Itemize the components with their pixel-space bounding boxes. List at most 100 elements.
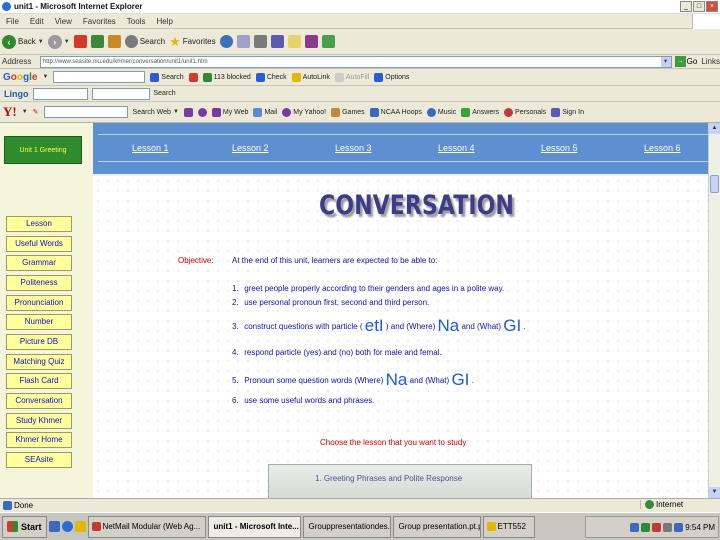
home-button[interactable] (107, 35, 121, 48)
lesson-2-link[interactable]: Lesson 2 (232, 143, 269, 153)
history-button[interactable] (219, 35, 233, 48)
pencil-icon[interactable]: ✎ (33, 108, 39, 116)
task-netmail[interactable]: NetMail Modular (Web Ag... (87, 515, 206, 538)
objective-item: 1. greet people properly according to th… (232, 284, 504, 293)
google-search-input[interactable] (53, 71, 146, 83)
search-icon (150, 72, 160, 82)
lesson-1-link[interactable]: Lesson 1 (132, 143, 169, 153)
go-button[interactable]: → Go (674, 56, 697, 67)
lingo-search-button[interactable]: Search (154, 90, 176, 97)
signin-button[interactable]: Sign In (551, 107, 584, 117)
menu-favorites[interactable]: Favorites (83, 17, 116, 26)
tray-icon[interactable] (630, 522, 640, 532)
quicklaunch-desktop-icon[interactable] (48, 521, 60, 532)
yahoo-icon-2[interactable] (197, 107, 207, 117)
lingo-search-input[interactable] (91, 87, 150, 100)
google-news-button[interactable] (188, 72, 198, 82)
clock[interactable]: 9:54 PM (685, 523, 715, 532)
close-button[interactable]: × (706, 1, 718, 12)
discuss-button[interactable] (287, 35, 301, 48)
sidebar-item-number[interactable]: Number (6, 314, 72, 330)
menu-tools[interactable]: Tools (127, 17, 146, 26)
mail-button[interactable] (236, 35, 250, 48)
links-button[interactable]: Links (701, 57, 720, 66)
yahoo-search-input[interactable] (43, 106, 128, 118)
yahoo-icon-1[interactable] (183, 107, 193, 117)
vertical-scrollbar[interactable]: ▲ ▼ (708, 123, 720, 498)
edit-button[interactable] (270, 35, 284, 48)
autofill-button[interactable]: AutoFill (334, 72, 369, 82)
task-ie-unit1[interactable]: unit1 - Microsoft Inte... (207, 515, 301, 538)
refresh-button[interactable] (90, 35, 104, 48)
sidebar-item-grammar[interactable]: Grammar (6, 255, 72, 271)
autolink-button[interactable]: AutoLink (291, 72, 330, 82)
sidebar-item-study-khmer[interactable]: Study Khmer (6, 413, 72, 429)
chevron-down-icon[interactable]: ▼ (660, 56, 671, 67)
research-button[interactable] (304, 35, 318, 48)
folder-icon (486, 522, 496, 531)
sidebar-item-matching-quiz[interactable]: Matching Quiz (6, 354, 72, 370)
search-button[interactable]: Search (124, 35, 165, 48)
menu-edit[interactable]: Edit (30, 17, 44, 26)
scroll-thumb[interactable] (710, 175, 719, 193)
minimize-button[interactable]: _ (680, 1, 692, 12)
tray-icon[interactable] (641, 522, 651, 532)
forward-button[interactable]: › ▼ (47, 34, 70, 49)
sidebar-item-useful-words[interactable]: Useful Words (6, 236, 72, 252)
sidebar-item-seasite[interactable]: SEAsite (6, 452, 72, 468)
lesson-5-link[interactable]: Lesson 5 (541, 143, 578, 153)
print-button[interactable] (253, 35, 267, 48)
personals-button[interactable]: Personals (504, 107, 546, 117)
scroll-down-icon[interactable]: ▼ (709, 487, 720, 498)
tray-icon[interactable] (652, 522, 662, 532)
popup-icon (202, 72, 212, 82)
lesson-3-link[interactable]: Lesson 3 (335, 143, 372, 153)
yahoo-logo[interactable]: Y! (3, 104, 17, 120)
google-logo[interactable]: Google (3, 72, 37, 83)
sidebar-item-pronunciation[interactable]: Pronunciation (6, 295, 72, 311)
volume-icon[interactable] (663, 522, 673, 532)
quicklaunch-ie-icon[interactable] (61, 521, 73, 532)
stop-button[interactable] (73, 35, 87, 48)
google-search-button[interactable]: Search (150, 72, 184, 82)
options-button[interactable]: Options (374, 72, 409, 82)
ncaa-button[interactable]: NCAA Hoops (369, 107, 422, 117)
task-ett552[interactable]: ETT552 (482, 515, 535, 538)
favorites-button[interactable]: ★ Favorites (169, 34, 216, 50)
sidebar-item-conversation[interactable]: Conversation (6, 393, 72, 409)
lingo-logo[interactable]: Lingo (4, 89, 29, 99)
sidebar-item-picture-db[interactable]: Picture DB (6, 334, 72, 350)
menu-view[interactable]: View (55, 17, 72, 26)
lingo-language-select[interactable] (32, 87, 88, 100)
messenger-button[interactable] (321, 35, 335, 48)
start-button[interactable]: Start (2, 515, 47, 538)
lesson-image-link[interactable]: 1. Greeting Phrases and Polite Response (268, 464, 532, 498)
my-yahoo-button[interactable]: My Yahoo! (282, 107, 326, 117)
sidebar-item-flash-card[interactable]: Flash Card (6, 373, 72, 389)
chevron-down-icon[interactable]: ▼ (42, 74, 48, 80)
menu-help[interactable]: Help (156, 17, 172, 26)
sidebar-item-lesson[interactable]: Lesson (6, 216, 72, 232)
answers-button[interactable]: Answers (461, 107, 499, 117)
my-web-button[interactable]: My Web (211, 107, 248, 117)
sidebar-item-politeness[interactable]: Politeness (6, 275, 72, 291)
task-ppt-2[interactable]: Group presentation.pt.ppt (392, 515, 481, 538)
network-icon[interactable] (674, 522, 684, 532)
sidebar-item-khmer-home[interactable]: Khmer Home (6, 432, 72, 448)
spellcheck-button[interactable]: Check (255, 72, 287, 82)
back-button[interactable]: ‹ Back ▼ (2, 34, 44, 49)
menu-file[interactable]: File (6, 17, 19, 26)
maximize-button[interactable]: □ (693, 1, 705, 12)
lesson-6-link[interactable]: Lesson 6 (644, 143, 681, 153)
chevron-down-icon[interactable]: ▼ (22, 109, 28, 115)
address-input[interactable]: http://www.seasite.niu.edu/khmer/convers… (39, 55, 672, 68)
mail-button-yahoo[interactable]: Mail (253, 107, 277, 117)
lesson-4-link[interactable]: Lesson 4 (438, 143, 475, 153)
scroll-up-icon[interactable]: ▲ (709, 123, 720, 134)
music-button[interactable]: Music (426, 107, 456, 117)
task-ppt-1[interactable]: Grouppresentationdes.ppt (302, 515, 391, 538)
search-web-button[interactable]: Search Web ▼ (133, 109, 179, 116)
quicklaunch-outlook-icon[interactable] (74, 521, 86, 532)
popup-blocked-button[interactable]: 113 blocked (202, 72, 251, 82)
games-button[interactable]: Games (331, 107, 365, 117)
